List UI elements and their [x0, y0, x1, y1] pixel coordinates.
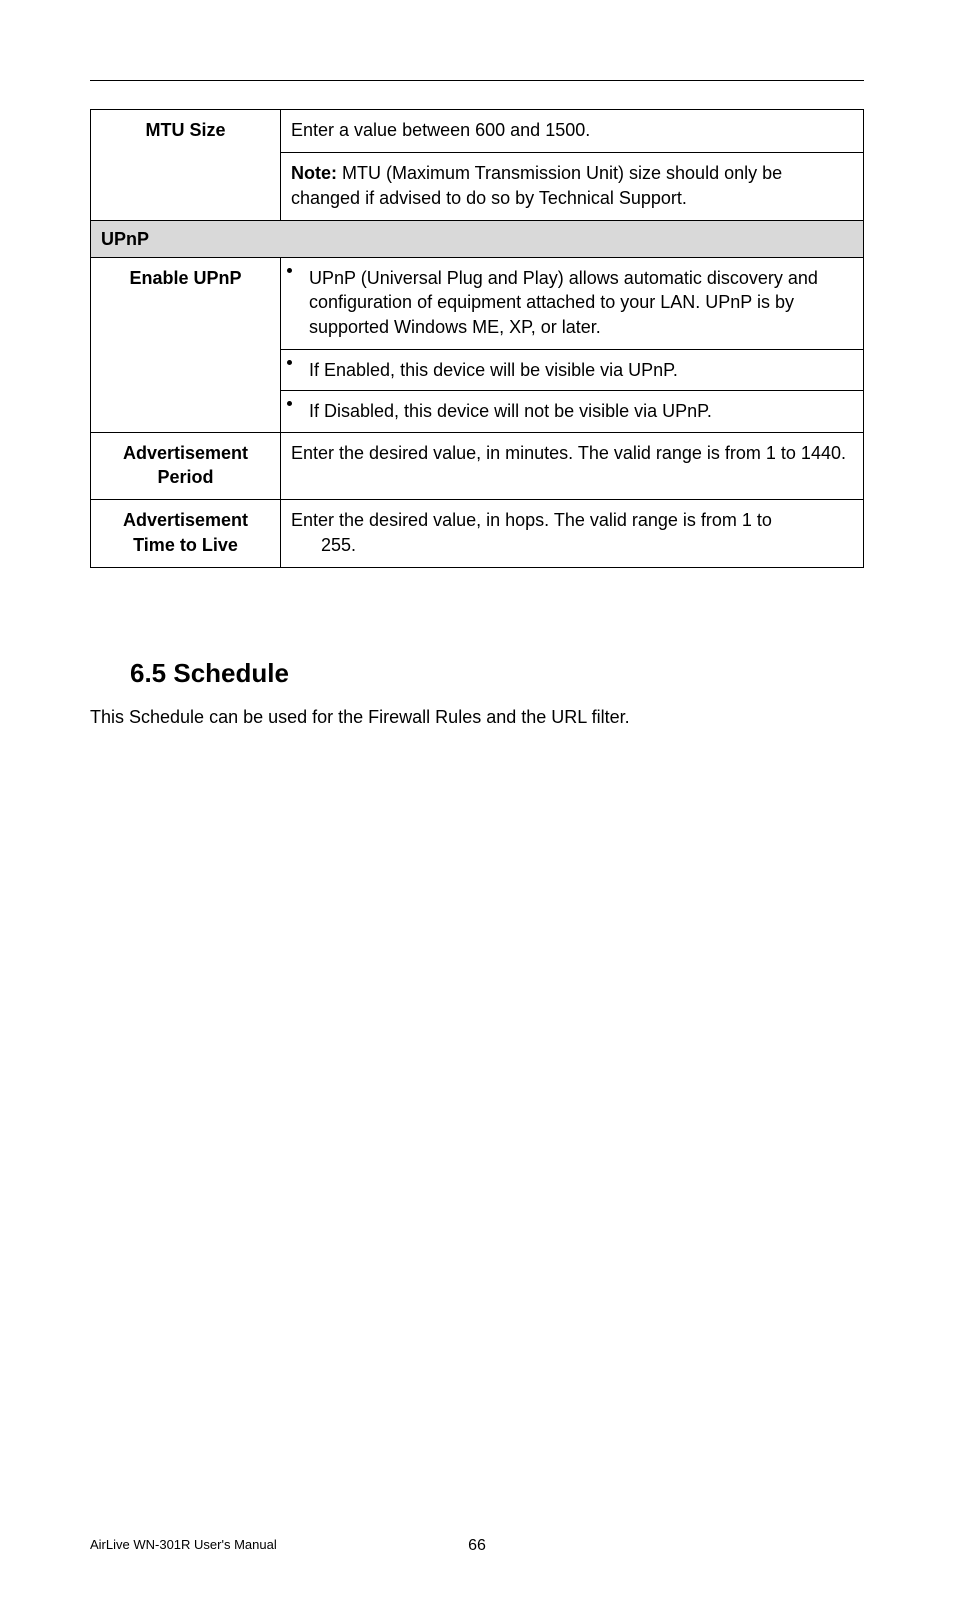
upnp-bullet-1: UPnP (Universal Plug and Play) allows au…: [281, 258, 863, 350]
mtu-label: MTU Size: [91, 110, 281, 221]
top-rule: [90, 80, 864, 81]
upnp-b1-text: UPnP (Universal Plug and Play) allows au…: [309, 268, 818, 337]
upnp-bullet-2: If Enabled, this device will be visible …: [281, 350, 863, 391]
adv-ttl-label: Advertisement Time to Live: [91, 500, 281, 568]
adv-period-label: Advertisement Period: [91, 432, 281, 500]
adv-ttl-text: Enter the desired value, in hops. The va…: [281, 500, 864, 568]
bullet-icon: [287, 360, 292, 365]
row-adv-ttl: Advertisement Time to Live Enter the des…: [91, 500, 864, 568]
adv-ttl-text-b: 255.: [291, 533, 853, 557]
mtu-note-label: Note:: [291, 163, 337, 183]
page-number: 66: [468, 1537, 486, 1555]
row-enable-upnp: Enable UPnP UPnP (Universal Plug and Pla…: [91, 258, 864, 432]
row-mtu: MTU Size Enter a value between 600 and 1…: [91, 110, 864, 153]
adv-period-text: Enter the desired value, in minutes. The…: [281, 432, 864, 500]
upnp-bullet-3: If Disabled, this device will not be vis…: [281, 391, 863, 431]
section-heading: 6.5 Schedule: [130, 658, 864, 689]
adv-ttl-text-a: Enter the desired value, in hops. The va…: [291, 510, 772, 530]
enable-upnp-cell: UPnP (Universal Plug and Play) allows au…: [281, 258, 864, 432]
body-text: This Schedule can be used for the Firewa…: [90, 707, 864, 728]
bullet-icon: [287, 268, 292, 273]
mtu-note-text: MTU (Maximum Transmission Unit) size sho…: [291, 163, 782, 207]
spec-table: MTU Size Enter a value between 600 and 1…: [90, 109, 864, 568]
mtu-note-cell: Note: MTU (Maximum Transmission Unit) si…: [281, 153, 864, 221]
footer: AirLive WN-301R User's Manual 66: [90, 1537, 864, 1552]
enable-upnp-label: Enable UPnP: [91, 258, 281, 432]
row-adv-period: Advertisement Period Enter the desired v…: [91, 432, 864, 500]
bullet-icon: [287, 401, 292, 406]
mtu-line1: Enter a value between 600 and 1500.: [281, 110, 864, 153]
footer-left: AirLive WN-301R User's Manual: [90, 1537, 277, 1552]
upnp-b3-text: If Disabled, this device will not be vis…: [309, 401, 712, 421]
row-upnp-section: UPnP: [91, 220, 864, 257]
upnp-section: UPnP: [91, 220, 864, 257]
upnp-b2-text: If Enabled, this device will be visible …: [309, 360, 678, 380]
